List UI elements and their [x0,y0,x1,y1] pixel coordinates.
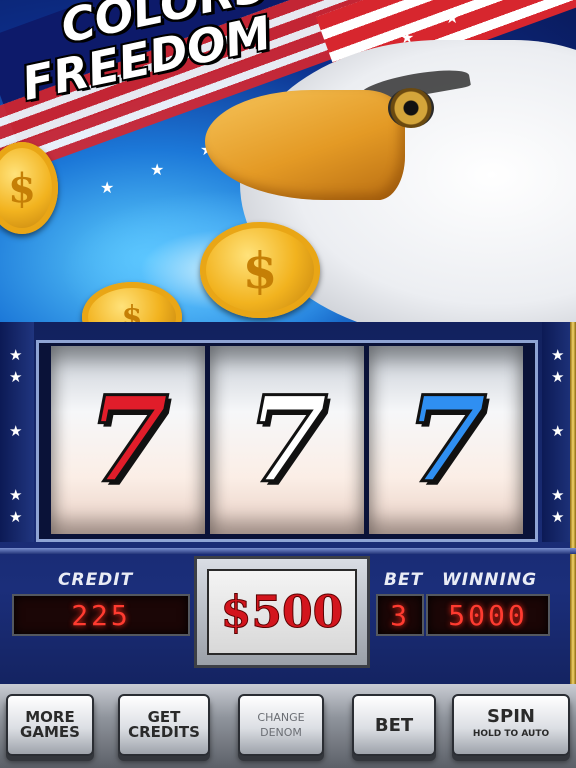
eagle-beak [205,90,405,200]
banner-artwork: ★ ★ ★ ★ ★ $ $ $ COLORS of FREEDOM [0,0,576,322]
star-icon: ★ [9,347,23,364]
bet-label: BET [384,570,424,590]
more-games-label: MORE GAMES [20,708,80,741]
cabinet-trim [0,548,576,554]
reel-symbol-seven: 7 [244,370,329,509]
gold-coin-icon: $ [200,222,320,318]
star-icon: ★ [150,162,165,179]
star-icon: ★ [9,423,23,440]
star-icon: ★ [9,369,23,386]
winning-label: WINNING [442,570,538,590]
change-denom-button[interactable]: CHANGE DENOM [238,694,324,756]
star-icon: ★ [9,487,23,504]
more-games-button[interactable]: MORE GAMES [6,694,94,756]
star-icon: ★ [551,509,565,526]
bet-button-label: BET [374,714,414,736]
slot-game-screen: ★ ★ ★ ★ ★ $ $ $ COLORS of FREEDOM ★ ★ ★ … [0,0,576,768]
reel-1: 7 [51,346,205,534]
spin-button[interactable]: SPIN HOLD TO AUTO [452,694,570,756]
star-icon: ★ [9,509,23,526]
spin-button-label: SPIN [487,705,535,727]
winning-meter: 5000 [426,594,550,636]
reel-3: 7 [369,346,523,534]
reel-symbol-seven: 7 [403,370,488,509]
bet-button[interactable]: BET [352,694,436,756]
reel-window: 7 7 7 [36,340,538,542]
star-icon: ★ [100,180,115,197]
bet-meter: 3 [376,594,424,636]
change-denom-label: CHANGE DENOM [257,711,305,739]
winning-value: 5000 [448,598,528,632]
credit-value: 225 [71,598,131,632]
button-panel: MORE GAMES GET CREDITS CHANGE DENOM BET … [0,684,576,768]
prize-display: $500 [207,569,357,655]
get-credits-button[interactable]: GET CREDITS [118,694,210,756]
reel-symbol-seven: 7 [85,370,170,509]
prize-amount: $500 [220,586,344,638]
star-icon: ★ [551,423,565,440]
cabinet-side-left: ★ ★ ★ ★ ★ [0,322,34,542]
star-icon: ★ [551,369,565,386]
reel-2: 7 [210,346,364,534]
get-credits-label: GET CREDITS [128,708,200,741]
credit-label: CREDIT [58,570,134,590]
star-icon: ★ [551,347,565,364]
jackpot-prize-panel: $500 [194,556,370,668]
credit-meter: 225 [12,594,190,636]
eagle-eye [388,88,434,128]
star-icon: ★ [445,10,460,27]
bet-value: 3 [390,598,410,632]
spin-button-sublabel: HOLD TO AUTO [472,728,550,739]
slot-machine-cabinet: ★ ★ ★ ★ ★ ★ ★ ★ ★ ★ 7 7 7 CREDIT 225 $50… [0,322,576,768]
star-icon: ★ [551,487,565,504]
